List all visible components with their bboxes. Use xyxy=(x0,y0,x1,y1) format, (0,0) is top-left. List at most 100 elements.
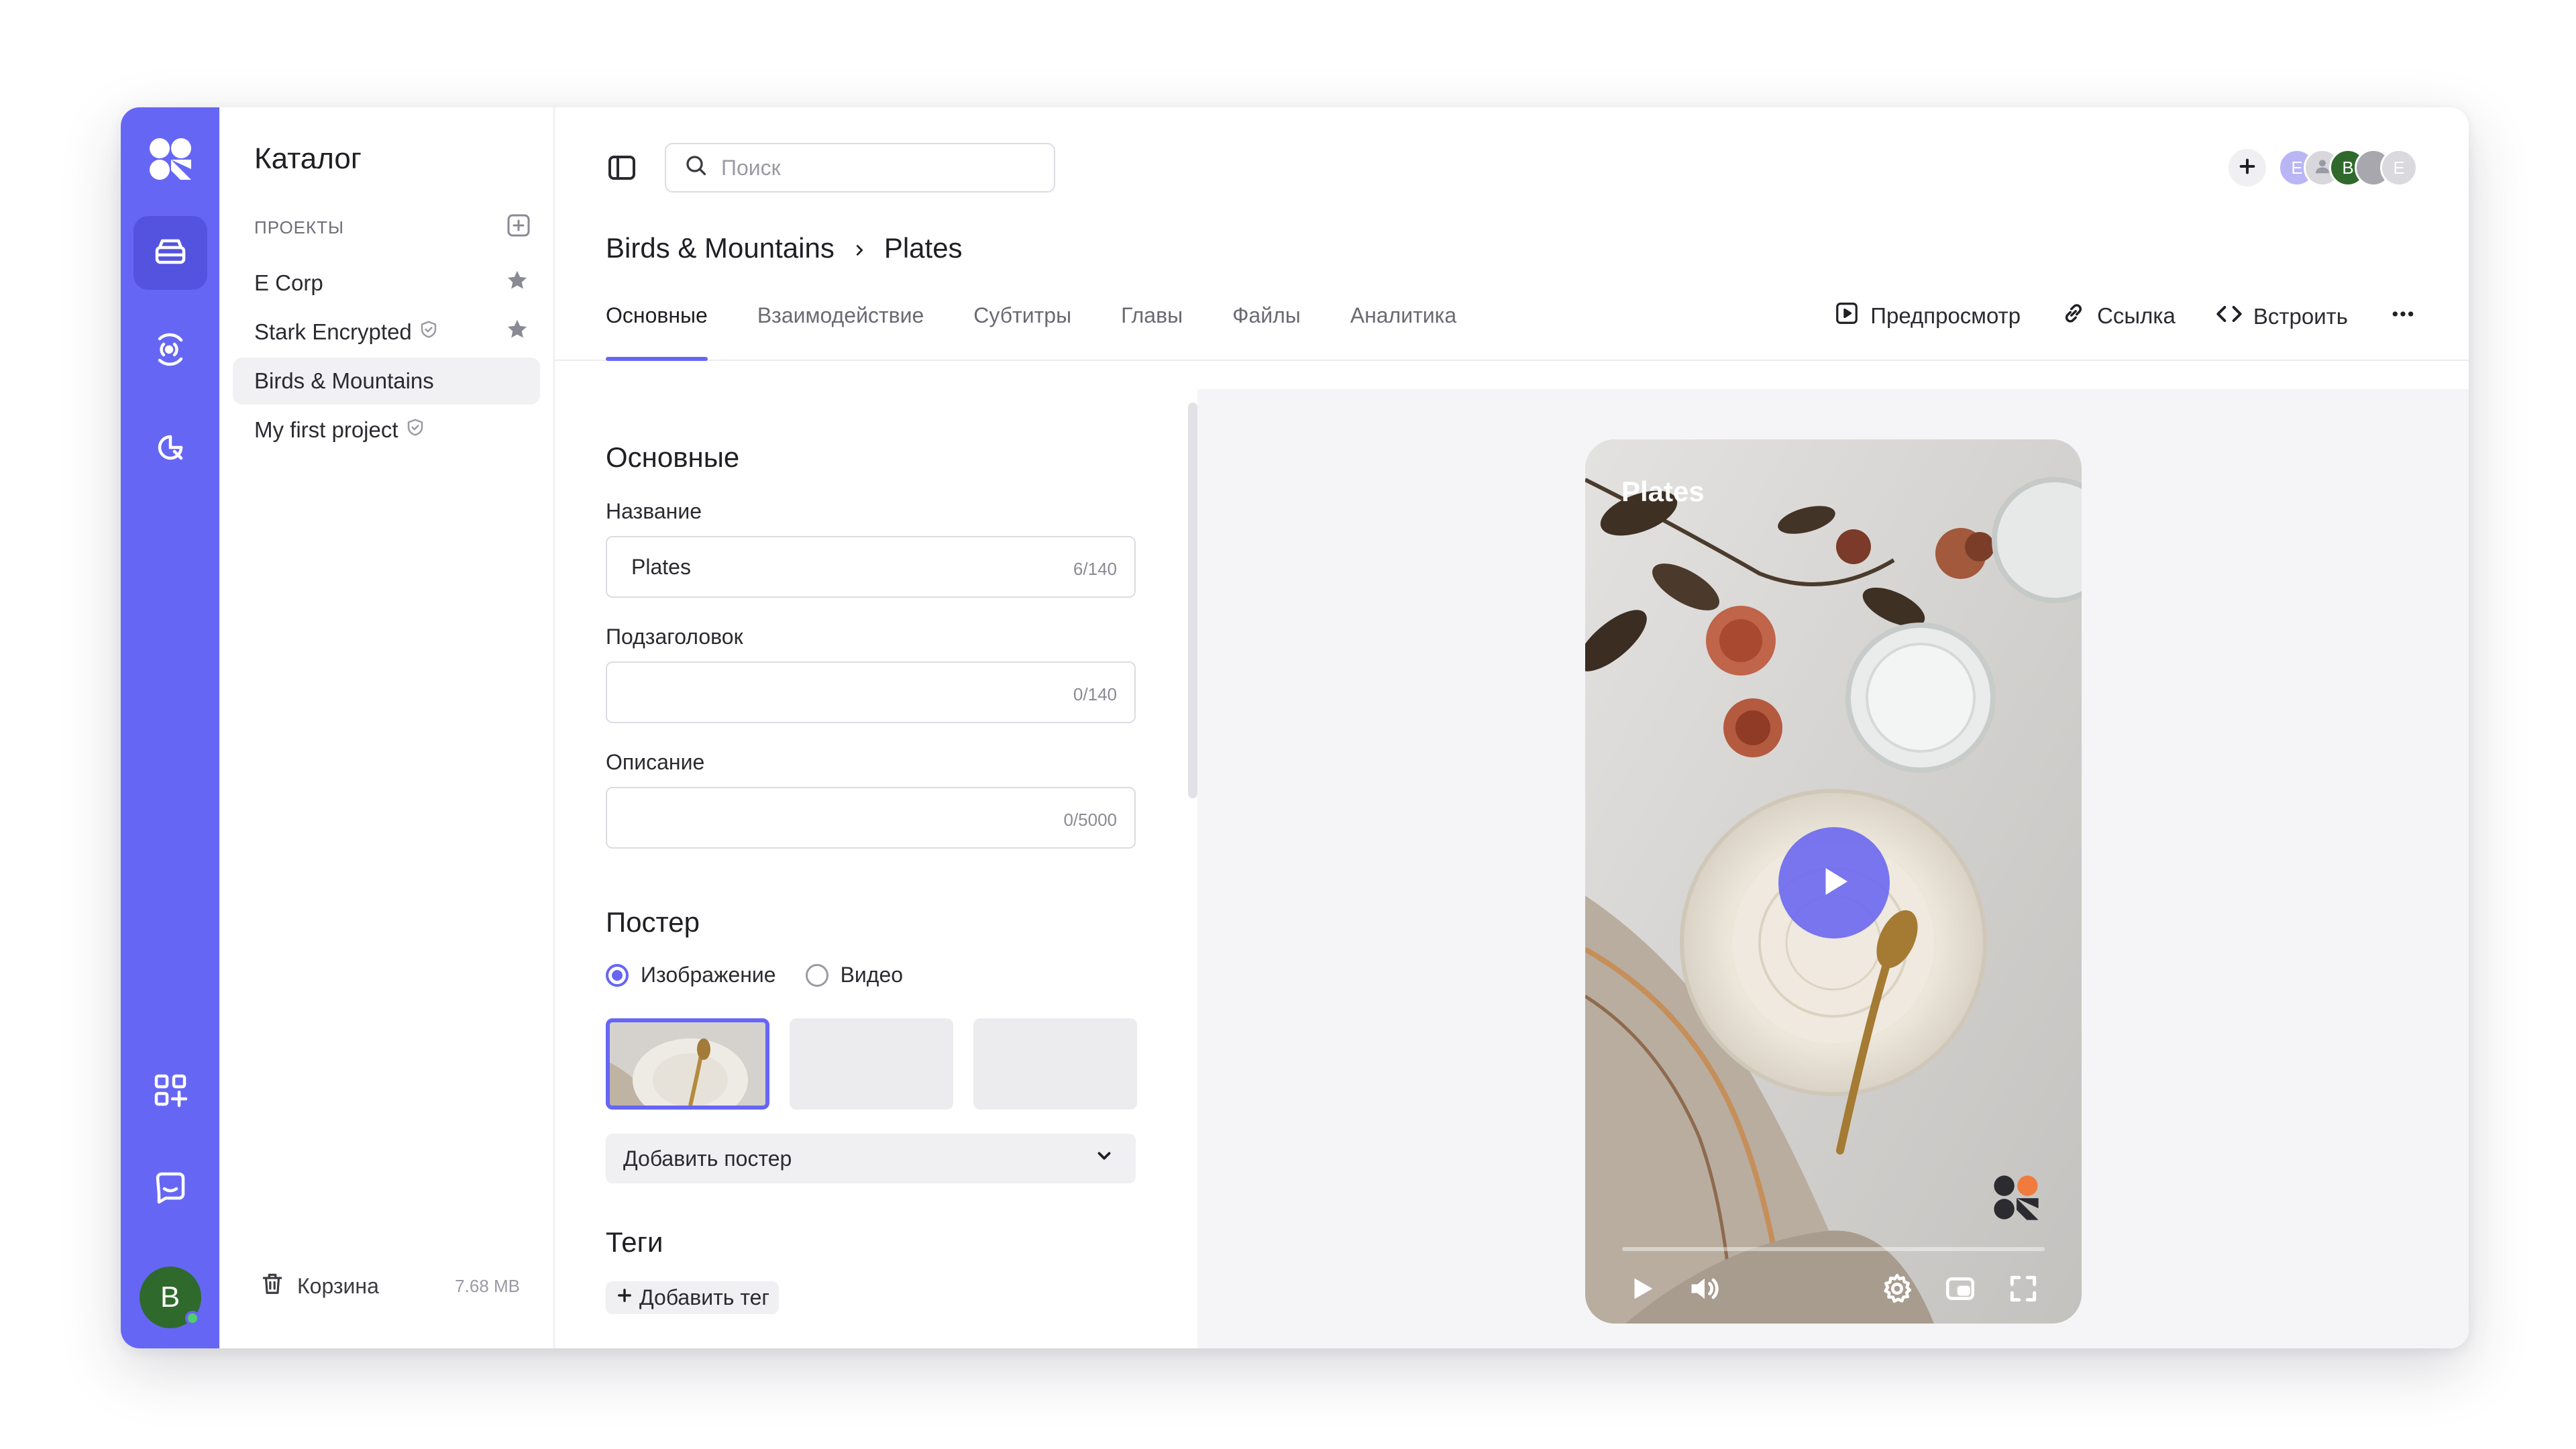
title-field[interactable]: Plates 6/140 xyxy=(606,536,1136,598)
catalog-title: Каталог xyxy=(254,142,362,175)
add-poster-label: Добавить постер xyxy=(623,1146,792,1171)
poster-radio-image[interactable]: Изображение xyxy=(606,963,776,987)
broadcast-nav-button[interactable] xyxy=(133,314,207,388)
rail-bottom-group: B xyxy=(121,1055,219,1328)
storage-icon xyxy=(152,233,189,274)
poster-thumbnail-empty[interactable] xyxy=(973,1018,1137,1110)
description-field[interactable]: 0/5000 xyxy=(606,787,1136,849)
search-icon xyxy=(684,153,708,182)
tab-basic[interactable]: Основные xyxy=(606,294,708,361)
more-menu-button[interactable] xyxy=(2388,301,2418,333)
apps-nav-button[interactable] xyxy=(133,1055,207,1128)
search-box[interactable] xyxy=(665,143,1055,193)
brand-watermark-icon xyxy=(1990,1172,2041,1223)
title-field-value: Plates xyxy=(631,554,691,579)
poster-type-radio-group: Изображение Видео xyxy=(606,963,1197,987)
description-char-count: 0/5000 xyxy=(1063,809,1117,830)
chat-nav-button[interactable] xyxy=(133,1152,207,1226)
add-tag-button[interactable]: Добавить тег xyxy=(606,1281,780,1314)
volume-icon[interactable] xyxy=(1687,1271,1722,1309)
app-logo-icon[interactable] xyxy=(147,136,194,182)
tabs-row: Основные Взаимодействие Субтитры Главы Ф… xyxy=(555,294,2469,361)
embed-button[interactable]: Встроить xyxy=(2216,301,2348,333)
radio-selected-icon xyxy=(606,963,629,987)
storage-nav-button[interactable] xyxy=(133,216,207,290)
tab-analytics[interactable]: Аналитика xyxy=(1350,294,1456,360)
project-item-stark-encrypted[interactable]: Stark Encrypted xyxy=(233,309,540,356)
poster-thumbnail-empty[interactable] xyxy=(790,1018,953,1110)
poster-thumbnail-selected[interactable] xyxy=(606,1018,769,1110)
pip-icon[interactable] xyxy=(1943,1272,1977,1309)
add-project-icon[interactable] xyxy=(506,213,531,242)
preview-pane: Plates xyxy=(1197,389,2469,1348)
tab-interaction[interactable]: Взаимодействие xyxy=(757,294,924,360)
add-tag-label: Добавить тег xyxy=(639,1285,770,1309)
title-char-count: 6/140 xyxy=(1073,558,1117,579)
shield-icon xyxy=(419,319,439,345)
top-bar: E B E xyxy=(555,107,2469,228)
chevron-right-icon xyxy=(852,232,867,264)
video-player[interactable]: Plates xyxy=(1585,439,2082,1324)
project-label: Birds & Mountains xyxy=(254,368,434,393)
section-title-poster: Постер xyxy=(606,906,700,938)
form-scrollbar[interactable] xyxy=(1188,402,1197,798)
poster-radio-video[interactable]: Видео xyxy=(805,963,904,987)
analytics-nav-button[interactable] xyxy=(133,412,207,486)
tab-actions: Предпросмотр Ссылка Встроить xyxy=(1834,294,2418,333)
code-icon xyxy=(2216,301,2243,333)
play-icon xyxy=(1814,861,1854,905)
chevron-down-icon xyxy=(1094,1146,1114,1171)
player-controls xyxy=(1627,1271,2040,1309)
fullscreen-icon[interactable] xyxy=(2006,1272,2040,1309)
link-button[interactable]: Ссылка xyxy=(2061,301,2176,331)
apps-icon xyxy=(152,1072,189,1112)
tab-files[interactable]: Файлы xyxy=(1232,294,1301,360)
tab-chapters[interactable]: Главы xyxy=(1121,294,1183,360)
broadcast-icon xyxy=(152,331,189,372)
plus-icon xyxy=(615,1285,634,1310)
project-item-birds-mountains[interactable]: Birds & Mountains xyxy=(233,358,540,405)
trash-left: Корзина xyxy=(260,1271,379,1301)
content-area: Основные Название Plates 6/140 Подзаголо… xyxy=(555,389,2469,1348)
top-right-group: E B E xyxy=(2229,149,2418,186)
app-window: B Каталог ПРОЕКТЫ E Corp Stark Encrypted… xyxy=(121,107,2469,1348)
settings-icon[interactable] xyxy=(1880,1272,1914,1309)
star-icon[interactable] xyxy=(505,268,529,298)
preview-button[interactable]: Предпросмотр xyxy=(1834,301,2021,331)
big-play-button[interactable] xyxy=(1778,827,1890,938)
user-avatar-initial: B xyxy=(160,1281,180,1313)
user-avatar[interactable]: B xyxy=(139,1267,201,1328)
more-horizontal-icon xyxy=(2388,301,2418,333)
add-poster-dropdown[interactable]: Добавить постер xyxy=(606,1134,1136,1183)
player-controls-right xyxy=(1880,1272,2040,1309)
project-label: Stark Encrypted xyxy=(254,319,412,344)
star-icon[interactable] xyxy=(505,317,529,347)
embed-label: Встроить xyxy=(2253,304,2348,329)
trash-link[interactable]: Корзина 7.68 MB xyxy=(260,1271,520,1301)
description-field-label: Описание xyxy=(606,750,705,774)
title-field-label: Название xyxy=(606,499,702,523)
preview-label: Предпросмотр xyxy=(1870,303,2021,328)
section-title-basic: Основные xyxy=(606,441,740,473)
sidebar-toggle-icon[interactable] xyxy=(606,152,638,184)
invite-button[interactable] xyxy=(2229,149,2266,186)
trash-icon xyxy=(260,1271,285,1301)
breadcrumb-parent[interactable]: Birds & Mountains xyxy=(606,232,835,264)
project-name: Birds & Mountains xyxy=(254,368,434,394)
radio-label: Видео xyxy=(840,963,904,987)
project-item-e-corp[interactable]: E Corp xyxy=(233,260,540,307)
plus-icon xyxy=(2237,156,2258,180)
app-rail: B xyxy=(121,107,219,1348)
search-input[interactable] xyxy=(721,155,1030,180)
poster-thumbnails xyxy=(606,1018,1197,1110)
subtitle-field[interactable]: 0/140 xyxy=(606,661,1136,723)
tab-subtitles[interactable]: Субтитры xyxy=(973,294,1071,360)
project-item-my-first-project[interactable]: My first project xyxy=(233,407,540,453)
play-icon[interactable] xyxy=(1627,1273,1658,1307)
collaborator-avatars[interactable]: E B E xyxy=(2278,149,2418,186)
video-progress-bar[interactable] xyxy=(1622,1247,2045,1251)
shield-icon xyxy=(405,417,425,443)
storage-size: 7.68 MB xyxy=(455,1275,520,1296)
project-label: My first project xyxy=(254,417,398,442)
analytics-icon xyxy=(152,429,189,470)
